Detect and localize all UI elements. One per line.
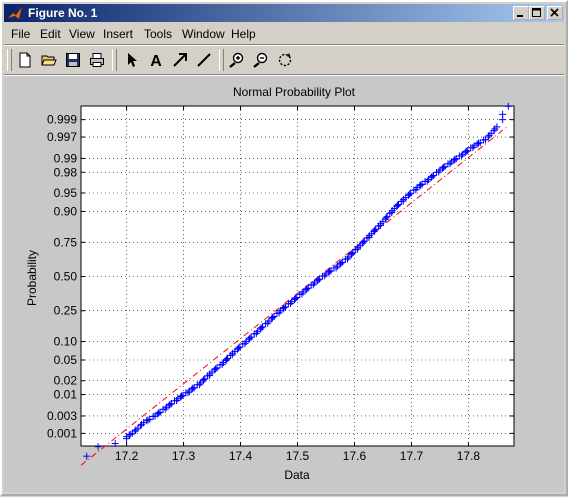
- menu-file[interactable]: File: [11, 27, 30, 41]
- open-folder-button[interactable]: [38, 49, 60, 71]
- x-tick-label: 17.8: [457, 449, 481, 463]
- window-title: Figure No. 1: [28, 6, 98, 20]
- new-file-button[interactable]: [14, 49, 36, 71]
- maximize-button[interactable]: [529, 6, 545, 20]
- toolbar-grip[interactable]: [7, 49, 12, 71]
- zoom-out-button[interactable]: [250, 49, 272, 71]
- select-arrow-icon: [128, 53, 137, 67]
- y-tick-label: 0.25: [54, 304, 78, 318]
- matlab-logo-icon: [7, 6, 23, 20]
- x-tick-label: 17.3: [172, 449, 196, 463]
- toolbar: A: [4, 46, 564, 74]
- arrow-insert-icon: [173, 53, 187, 67]
- insert-text-button[interactable]: A: [145, 49, 167, 71]
- y-tick-label: 0.997: [47, 130, 77, 144]
- y-tick-label: 0.50: [54, 270, 78, 284]
- toolbar-separator: [219, 49, 224, 71]
- y-tick-label: 0.02: [54, 374, 78, 388]
- svg-text:A: A: [150, 53, 162, 68]
- data-point: [83, 452, 91, 460]
- maximize-icon: [532, 8, 541, 17]
- x-tick-label: 17.6: [343, 449, 367, 463]
- y-axis-label: Probability: [25, 250, 39, 306]
- save-button[interactable]: [62, 49, 84, 71]
- x-tick-label: 17.7: [400, 449, 424, 463]
- y-tick-label: 0.01: [54, 388, 78, 402]
- x-tick-label: 17.4: [229, 449, 253, 463]
- rotate-icon: [278, 53, 292, 67]
- open-folder-icon: [41, 55, 57, 66]
- menu-insert[interactable]: Insert: [103, 27, 133, 41]
- x-tick-label: 17.5: [286, 449, 310, 463]
- save-icon: [66, 53, 80, 67]
- menu-edit[interactable]: Edit: [40, 27, 61, 41]
- zoom-in-button[interactable]: [226, 49, 248, 71]
- figure-window: Figure No. 1 File Edit View Insert Tools…: [0, 0, 568, 496]
- y-tick-label: 0.90: [54, 204, 78, 218]
- menu-view[interactable]: View: [69, 27, 95, 41]
- insert-line-button[interactable]: [193, 49, 215, 71]
- minimize-icon: [517, 15, 523, 17]
- select-button[interactable]: [121, 49, 143, 71]
- print-button[interactable]: [86, 49, 108, 71]
- y-tick-label: 0.05: [54, 353, 78, 367]
- y-tick-label: 0.75: [54, 235, 78, 249]
- menu-tools[interactable]: Tools: [144, 27, 172, 41]
- figure-canvas[interactable]: 17.2 17.3 17.4 17.5 17.6 17.7 17.8 0.001 0.003 0…: [4, 76, 564, 492]
- title-bar[interactable]: Figure No. 1: [4, 4, 564, 22]
- menu-bar: File Edit View Insert Tools Window Help: [4, 24, 564, 44]
- text-insert-icon: A: [150, 53, 162, 68]
- menu-window[interactable]: Window: [182, 27, 225, 41]
- y-tick-label: 0.95: [54, 186, 78, 200]
- new-file-icon: [19, 52, 31, 68]
- y-tick-label: 0.999: [47, 113, 77, 127]
- menu-help[interactable]: Help: [231, 27, 256, 41]
- zoom-in-icon: [229, 52, 244, 68]
- zoom-out-icon: [253, 52, 268, 68]
- toolbar-separator: [112, 49, 117, 71]
- insert-arrow-button[interactable]: [169, 49, 191, 71]
- print-icon: [90, 53, 104, 67]
- minimize-button[interactable]: [513, 6, 529, 20]
- rotate-button[interactable]: [274, 49, 296, 71]
- y-tick-label: 0.98: [54, 165, 78, 179]
- chart-title: Normal Probability Plot: [233, 85, 356, 99]
- x-axis-label: Data: [284, 468, 310, 482]
- close-icon: [550, 8, 559, 17]
- normal-probability-plot[interactable]: 17.2 17.3 17.4 17.5 17.6 17.7 17.8 0.001 0.003 0…: [4, 76, 564, 492]
- y-tick-label: 0.99: [54, 151, 78, 165]
- y-tick-label: 0.003: [47, 409, 77, 423]
- close-button[interactable]: [547, 6, 563, 20]
- y-tick-label: 0.001: [47, 426, 77, 440]
- y-tick-label: 0.10: [54, 335, 78, 349]
- x-tick-label: 17.2: [115, 449, 139, 463]
- line-insert-icon: [197, 53, 211, 67]
